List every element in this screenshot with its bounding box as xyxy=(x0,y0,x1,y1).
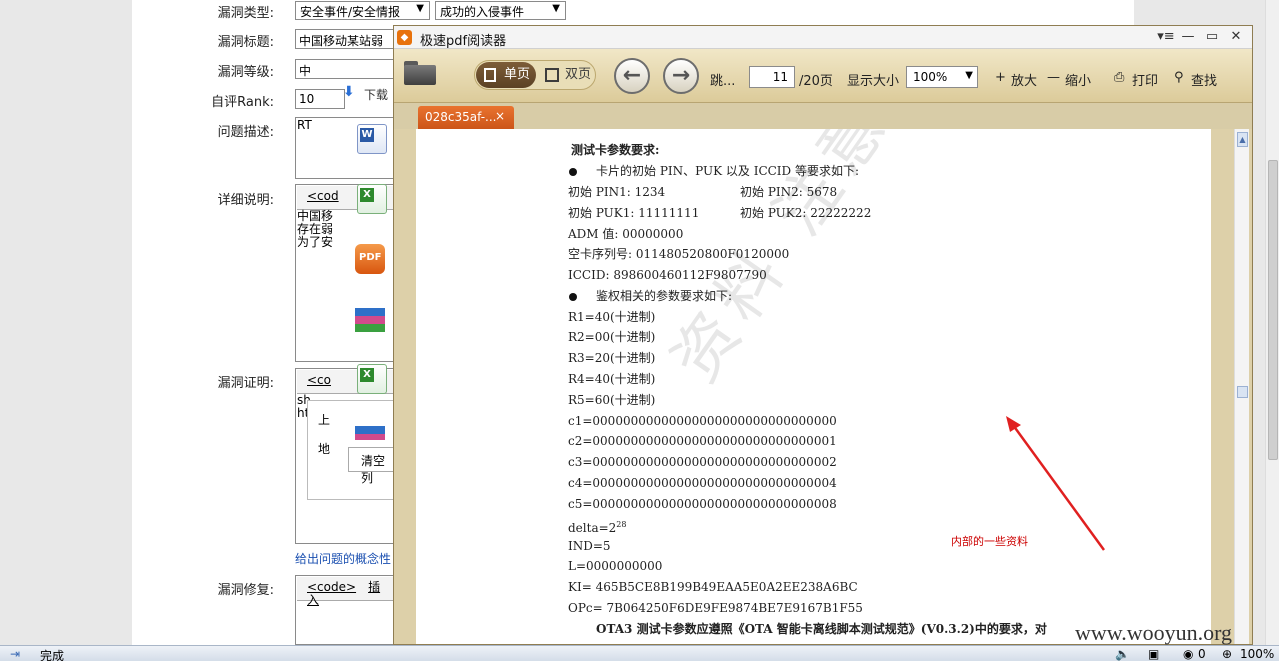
pdf-reader-titlebar[interactable]: ◆ 极速pdf阅读器 ▾≡ — ▭ ✕ xyxy=(394,26,1252,49)
fix-label: 漏洞修复: xyxy=(217,583,274,598)
document-tab[interactable]: 028c35af-... × xyxy=(418,106,514,129)
zoom-select[interactable]: 100% ▼ xyxy=(906,66,978,88)
subtype-select[interactable]: 成功的入侵事件 ▼ xyxy=(435,1,566,20)
search-icon[interactable]: ⚲ xyxy=(1174,70,1184,85)
status-page-icon: ⇥ xyxy=(10,647,21,661)
volume-icon[interactable]: 🔈 xyxy=(1115,647,1130,661)
word-file-icon[interactable]: W xyxy=(357,124,387,154)
app-logo-icon: ◆ xyxy=(397,30,412,45)
page-scrollbar[interactable] xyxy=(1265,0,1279,645)
zoom-icon[interactable]: ⊕ xyxy=(1222,647,1232,661)
type-select[interactable]: 安全事件/安全情报 ▼ xyxy=(295,1,430,20)
zoom-value: 100% xyxy=(913,70,948,84)
download-text[interactable]: 下载 xyxy=(364,86,388,103)
code-button[interactable]: <cod xyxy=(307,189,339,203)
rank-label: 自评Rank: xyxy=(211,95,274,110)
title-label: 漏洞标题: xyxy=(217,35,274,50)
double-page-icon xyxy=(545,68,559,82)
page-margin-left xyxy=(0,0,132,645)
archive-file-icon[interactable] xyxy=(355,304,385,334)
next-page-arrow-icon[interactable]: → xyxy=(663,58,699,94)
maximize-button[interactable]: ▭ xyxy=(1202,28,1222,46)
page-scroll-thumb[interactable] xyxy=(1268,160,1278,460)
chevron-down-icon: ▼ xyxy=(965,70,973,81)
single-page-icon xyxy=(484,68,496,82)
site-watermark: www.wooyun.org xyxy=(1075,620,1233,645)
print-button[interactable]: 打印 xyxy=(1132,70,1158,89)
zoom-out-icon[interactable]: — xyxy=(1047,70,1060,85)
download-icon[interactable]: ⬇ xyxy=(343,84,357,100)
browser-statusbar: ⇥ 完成 🔈 ▣ ◉ 0 ⊕ 100% xyxy=(0,645,1279,661)
excel-file-icon[interactable]: X xyxy=(357,184,387,214)
double-page-label: 双页 xyxy=(565,67,592,82)
pdf-toolbar: 单页 双页 ← → 跳... 11 /20页 显示大小 100% ▼ + 放大 —… xyxy=(394,49,1252,103)
code-button[interactable]: <code> xyxy=(307,580,356,594)
status-text: 完成 xyxy=(40,649,65,661)
jump-button[interactable]: 跳... xyxy=(710,70,735,89)
excel-file-icon[interactable]: X xyxy=(357,364,387,394)
subtype-select-value: 成功的入侵事件 xyxy=(440,5,525,19)
desc-label: 问题描述: xyxy=(217,125,274,140)
page-mode-toggle: 单页 双页 xyxy=(474,60,596,90)
prev-page-arrow-icon[interactable]: ← xyxy=(614,58,650,94)
pdf-scrollbar[interactable]: ▲ xyxy=(1234,129,1249,644)
document-tabstrip: 028c35af-... × xyxy=(394,103,1252,129)
zoom-in-icon[interactable]: + xyxy=(995,70,1006,85)
page-number-input[interactable]: 11 xyxy=(749,66,795,88)
zoom-in-button[interactable]: 放大 xyxy=(1011,70,1037,89)
code-button[interactable]: <co xyxy=(307,373,331,387)
status-zoom[interactable]: 100% xyxy=(1240,647,1274,661)
scroll-up-icon[interactable]: ▲ xyxy=(1237,132,1248,147)
hint-link[interactable]: 给出问题的概念性 xyxy=(295,550,391,567)
pdf-file-icon[interactable]: PDF xyxy=(355,244,385,274)
title-input[interactable]: 中国移动某站弱 xyxy=(295,29,405,49)
single-page-button[interactable]: 单页 xyxy=(476,62,536,88)
level-select[interactable]: 中 xyxy=(295,59,405,79)
detail-label: 详细说明: xyxy=(217,193,274,208)
counter-icon: ◉ xyxy=(1183,647,1194,661)
minimize-button[interactable]: — xyxy=(1178,28,1198,46)
chevron-down-icon: ▼ xyxy=(552,3,560,14)
type-select-value: 安全事件/安全情报 xyxy=(300,5,401,19)
type-label: 漏洞类型: xyxy=(217,6,274,21)
document-tab-label: 028c35af-... xyxy=(425,110,497,124)
pdf-viewport[interactable]: 资料 注意保密 测试卡参数要求: 卡片的初始 PIN、PUK 以及 ICCID … xyxy=(394,129,1252,644)
pdf-scroll-thumb[interactable] xyxy=(1237,386,1248,398)
find-button[interactable]: 查找 xyxy=(1191,70,1217,89)
rank-input[interactable]: 10 xyxy=(295,89,345,109)
printer-icon[interactable]: ⎙ xyxy=(1114,70,1124,85)
single-page-label: 单页 xyxy=(504,67,531,82)
close-button[interactable]: ✕ xyxy=(1226,28,1246,46)
double-page-button[interactable]: 双页 xyxy=(537,62,595,88)
pdf-reader-window: ◆ 极速pdf阅读器 ▾≡ — ▭ ✕ 单页 双页 ← → 跳... 11 /2… xyxy=(393,25,1253,645)
archive-file-icon[interactable] xyxy=(355,422,385,440)
security-icon: ▣ xyxy=(1148,647,1160,661)
fix-editor[interactable]: <code> 插入 xyxy=(295,575,395,645)
total-pages: /20页 xyxy=(799,74,833,89)
app-title: 极速pdf阅读器 xyxy=(420,34,507,49)
tab-close-icon[interactable]: × xyxy=(495,109,505,123)
chevron-down-icon: ▼ xyxy=(416,3,424,14)
pdf-page: 资料 注意保密 测试卡参数要求: 卡片的初始 PIN、PUK 以及 ICCID … xyxy=(416,129,1211,644)
window-menu-icon[interactable]: ▾≡ xyxy=(1156,28,1176,46)
fix-editor-toolbar: <code> 插入 xyxy=(297,577,393,607)
upload-text: 上 xyxy=(318,413,331,427)
address-text: 地 xyxy=(318,442,331,456)
proof-label: 漏洞证明: xyxy=(217,376,274,391)
zoom-out-button[interactable]: 缩小 xyxy=(1065,70,1091,89)
zoom-label: 显示大小 xyxy=(847,74,900,89)
open-folder-icon[interactable] xyxy=(404,59,438,87)
counter-value: 0 xyxy=(1198,647,1206,661)
red-annotation-arrow xyxy=(1006,416,1106,551)
level-label: 漏洞等级: xyxy=(217,65,274,80)
